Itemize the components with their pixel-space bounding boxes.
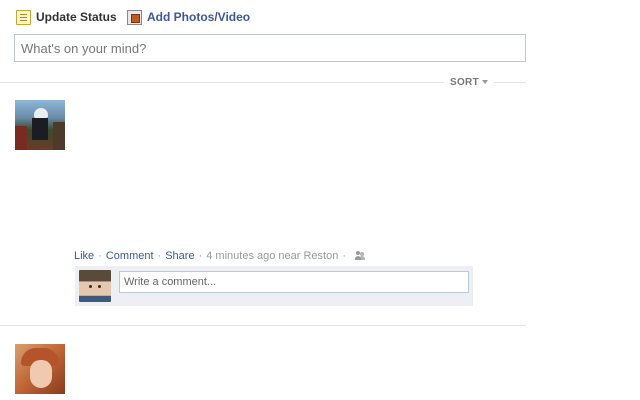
add-photos-video-label: Add Photos/Video [147, 10, 251, 24]
separator: · [157, 249, 162, 262]
sort-label: SORT [450, 76, 479, 88]
story-author-avatar[interactable] [15, 100, 65, 150]
add-photos-video-tab[interactable]: Add Photos/Video [127, 9, 250, 25]
comment-link[interactable]: Comment [106, 250, 154, 262]
update-status-tab[interactable]: Update Status [16, 9, 117, 25]
story-actions: Like · Comment · Share · 4 minutes ago n… [74, 249, 366, 262]
story-timestamp[interactable]: 4 minutes ago near Reston [206, 250, 338, 262]
story-author-avatar[interactable] [15, 344, 65, 394]
status-note-icon [16, 9, 31, 25]
friends-icon[interactable] [355, 251, 366, 260]
separator: · [198, 249, 203, 262]
separator: · [342, 249, 347, 262]
chevron-down-icon [481, 80, 488, 84]
photo-icon [127, 9, 142, 25]
news-feed-page: Update Status Add Photos/Video SORT Like… [0, 0, 640, 400]
comment-input[interactable] [119, 271, 469, 293]
viewer-avatar[interactable] [79, 270, 111, 302]
sort-button[interactable]: SORT [444, 75, 494, 89]
comment-box [75, 266, 473, 306]
story-divider [0, 325, 526, 326]
status-input[interactable] [14, 34, 526, 62]
like-link[interactable]: Like [74, 250, 94, 262]
share-link[interactable]: Share [165, 250, 194, 262]
separator: · [98, 249, 102, 262]
update-status-label: Update Status [36, 10, 117, 24]
